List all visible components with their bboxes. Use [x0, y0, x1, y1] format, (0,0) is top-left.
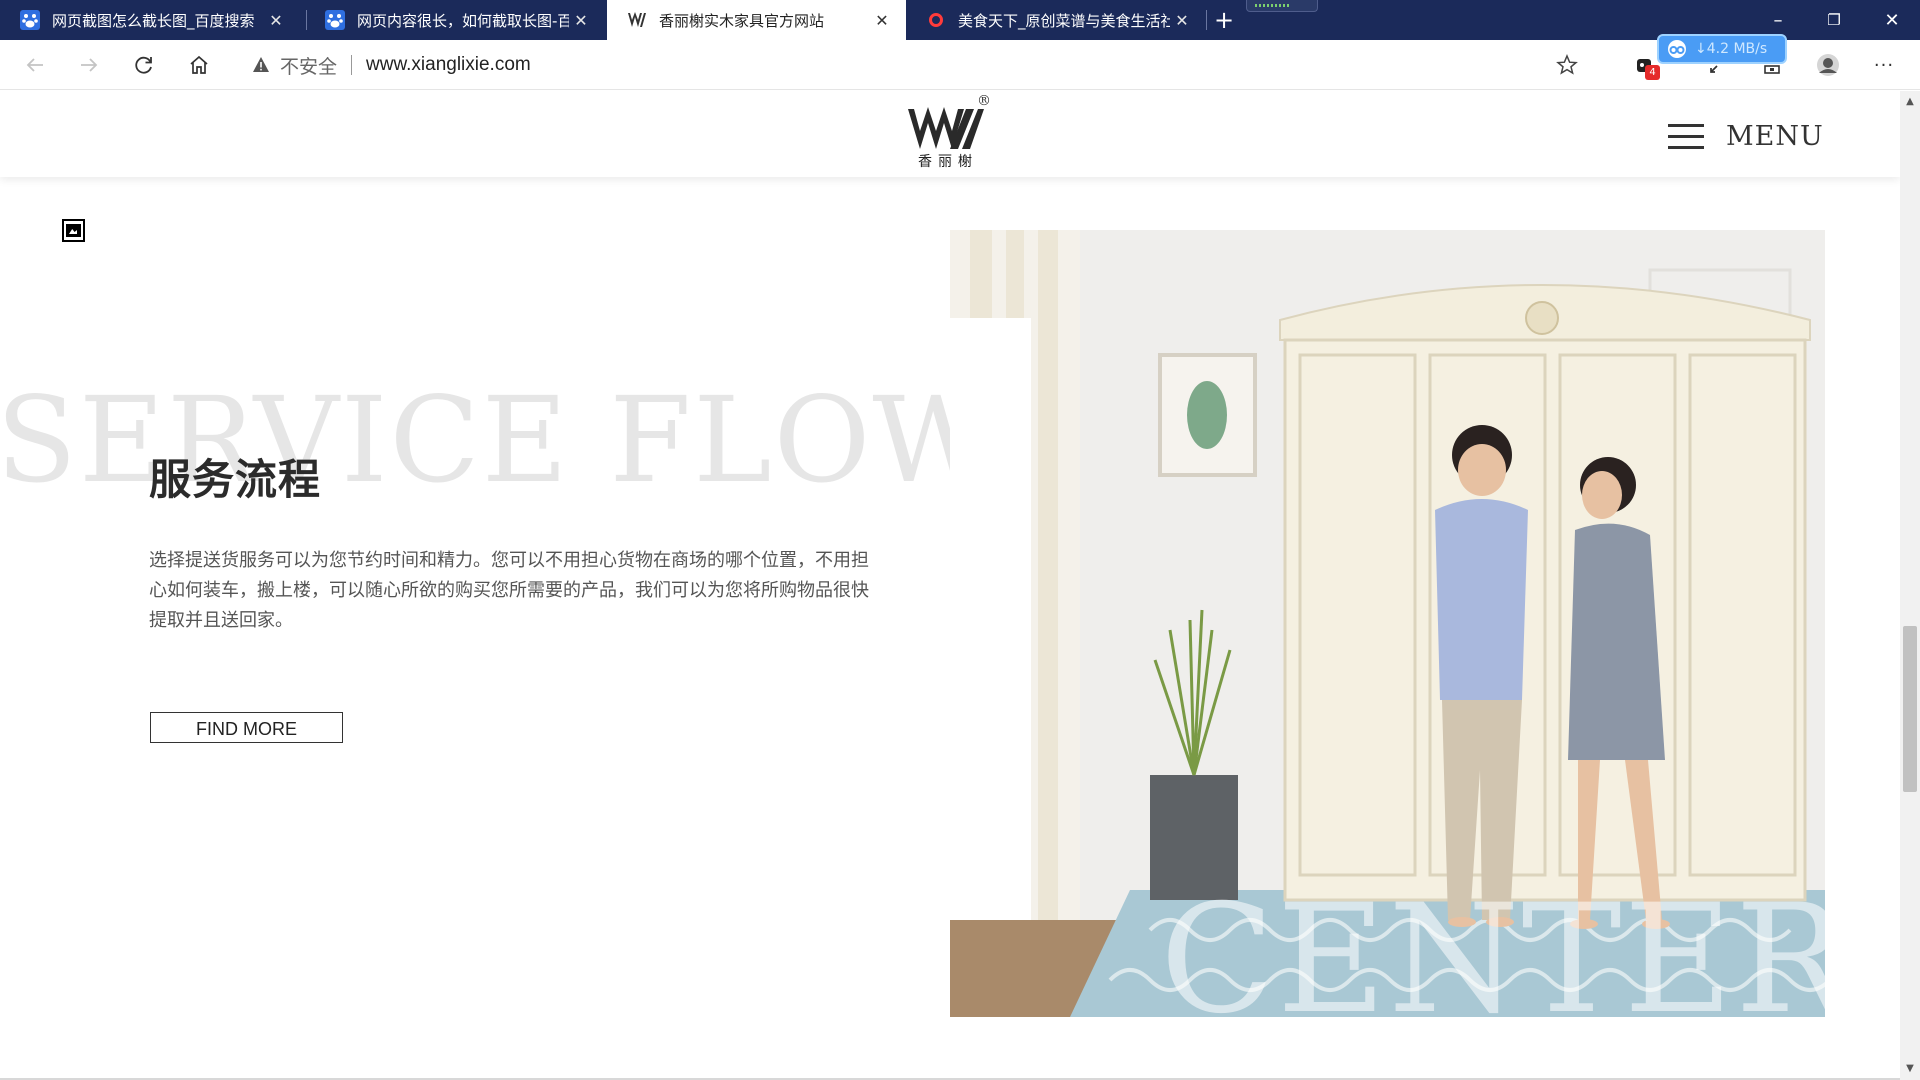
- download-speed-text: ↓4.2 MB/s: [1695, 41, 1768, 57]
- xianglixie-logo-icon: [627, 10, 647, 30]
- close-window-button[interactable]: ✕: [1864, 0, 1920, 40]
- tab-separator: [1206, 10, 1207, 30]
- close-tab-icon[interactable]: ✕: [1170, 11, 1194, 30]
- tab-preview-thumbnail: [1246, 0, 1318, 12]
- baidu-paw-icon: [20, 10, 40, 30]
- scrollbar-thumb[interactable]: [1903, 626, 1917, 792]
- meishi-ring-icon: [926, 10, 946, 30]
- tab-baidu-zhidao[interactable]: 网页内容很长，如何截取长图-百 ✕: [305, 0, 605, 40]
- photo-watermark-text: CENTER: [1160, 873, 1825, 1017]
- tab-title: 香丽榭实木家具官方网站: [659, 11, 825, 30]
- scroll-down-arrow-icon[interactable]: ▼: [1900, 1060, 1920, 1078]
- find-more-button[interactable]: FIND MORE: [150, 712, 343, 743]
- tab-meishi[interactable]: 美食天下_原创菜谱与美食生活社 ✕: [906, 0, 1206, 40]
- arrow-right-icon: [81, 58, 98, 72]
- tab-xianglixie[interactable]: 香丽榭实木家具官方网站 ✕: [607, 0, 906, 40]
- menu-button[interactable]: MENU: [1668, 121, 1824, 152]
- wardrobe-couple-photo: CENTER: [950, 230, 1825, 1017]
- address-divider: [351, 55, 353, 75]
- restore-button[interactable]: ❐: [1806, 0, 1862, 40]
- close-tab-icon[interactable]: ✕: [870, 11, 894, 30]
- menu-label: MENU: [1726, 121, 1824, 152]
- baidu-paw-icon: [325, 10, 345, 30]
- tab-title: 网页内容很长，如何截取长图-百: [357, 11, 569, 30]
- warning-icon: [253, 57, 269, 72]
- hamburger-icon: [1668, 123, 1704, 150]
- forward-button[interactable]: [73, 49, 105, 81]
- reload-button[interactable]: [128, 49, 160, 81]
- security-label[interactable]: 不安全: [280, 52, 337, 79]
- avatar-icon: [1817, 54, 1839, 76]
- more-menu-button[interactable]: ···: [1868, 49, 1900, 81]
- arrow-left-icon: [26, 58, 43, 72]
- page-viewport: ® 香丽榭 MENU SERVICE FLOW 服务流程 选择提送货服务可以为您…: [0, 91, 1900, 1080]
- address-bar[interactable]: 不安全 www.xianglixie.com: [236, 46, 1592, 84]
- profile-button[interactable]: [1812, 49, 1844, 81]
- star-icon[interactable]: [1556, 54, 1578, 76]
- tab-title: 网页截图怎么截长图_百度搜索: [52, 11, 255, 30]
- xianglixie-logo-icon: [908, 107, 984, 149]
- page-scrollbar[interactable]: ▲ ▼: [1900, 91, 1920, 1080]
- extension-badge: 4: [1645, 65, 1660, 80]
- browser-tab-strip: 网页截图怎么截长图_百度搜索 ✕ 网页内容很长，如何截取长图-百 ✕ 香丽榭实木…: [0, 0, 1920, 40]
- brand-chinese-name: 香丽榭: [918, 154, 978, 170]
- tab-title: 美食天下_原创菜谱与美食生活社: [958, 11, 1170, 30]
- reload-icon: [135, 56, 152, 74]
- back-button[interactable]: [19, 49, 51, 81]
- browser-toolbar: 不安全 www.xianglixie.com ···: [0, 40, 1920, 90]
- download-speed-widget[interactable]: ↓4.2 MB/s: [1657, 34, 1787, 64]
- site-header: ® 香丽榭 MENU: [0, 91, 1900, 177]
- image-capture-icon[interactable]: [62, 219, 85, 242]
- home-icon: [190, 55, 208, 74]
- cloud-icon: [1668, 40, 1686, 58]
- close-tab-icon[interactable]: ✕: [569, 11, 593, 30]
- scroll-up-arrow-icon[interactable]: ▲: [1900, 93, 1920, 111]
- tab-baidu-search[interactable]: 网页截图怎么截长图_百度搜索 ✕: [0, 0, 300, 40]
- new-tab-button[interactable]: +: [1210, 6, 1238, 34]
- url-text[interactable]: www.xianglixie.com: [366, 54, 531, 76]
- registered-mark: ®: [977, 93, 991, 109]
- close-tab-icon[interactable]: ✕: [264, 11, 288, 30]
- section-description: 选择提送货服务可以为您节约时间和精力。您可以不用担心货物在商场的哪个位置，不用担…: [149, 550, 869, 631]
- home-button[interactable]: [183, 49, 215, 81]
- section-title: 服务流程: [149, 455, 322, 504]
